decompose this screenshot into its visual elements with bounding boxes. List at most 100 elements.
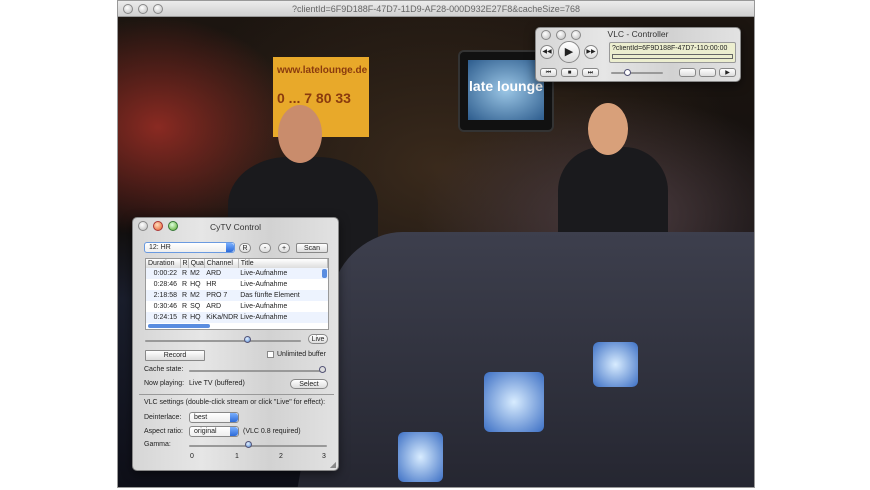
- table-row[interactable]: 2:18:58 R M2 PRO 7 Das fünfte Element: [146, 290, 328, 301]
- close-button[interactable]: [123, 4, 133, 14]
- volume-slider[interactable]: [611, 72, 663, 74]
- previous-button[interactable]: ⏮: [540, 68, 557, 77]
- minimize-button[interactable]: [556, 30, 566, 40]
- gamma-tick-3: 3: [322, 453, 326, 460]
- stop-button[interactable]: ■: [561, 68, 578, 77]
- plus-button[interactable]: +: [278, 243, 290, 253]
- equalizer-button[interactable]: [679, 68, 696, 77]
- column-header[interactable]: Qua: [188, 259, 205, 268]
- timeline-knob[interactable]: [244, 336, 251, 343]
- unlimited-buffer-checkbox[interactable]: [267, 351, 274, 358]
- horizontal-scrollbar[interactable]: [148, 324, 210, 328]
- cache-state-knob: [319, 366, 326, 373]
- r-button[interactable]: R: [239, 243, 251, 253]
- aspect-ratio-note: (VLC 0.8 required): [243, 428, 301, 435]
- column-header[interactable]: R: [180, 259, 189, 268]
- zoom-button[interactable]: [168, 221, 178, 231]
- sign-phone: 0 ... 7 80 33: [277, 90, 351, 106]
- fast-forward-button[interactable]: ▶▶: [584, 45, 598, 59]
- desk-monitor: [398, 432, 443, 482]
- now-playing-value: Live TV (buffered): [189, 380, 245, 387]
- table-cell: Live-Aufnahme: [238, 312, 328, 323]
- fullscreen-button[interactable]: ▶: [719, 68, 736, 77]
- table-cell: R: [180, 268, 189, 279]
- table-row[interactable]: 0:00:22 R M2 ARD Live-Aufnahme: [146, 268, 328, 279]
- table-row[interactable]: 0:30:46 R SQ ARD Live-Aufnahme: [146, 301, 328, 312]
- table-row[interactable]: 0:24:15 R HQ KiKa/NDR Live-Aufnahme: [146, 312, 328, 323]
- table-cell: R: [182, 303, 188, 310]
- record-button[interactable]: Record: [145, 350, 205, 361]
- deinterlace-select[interactable]: best: [189, 412, 239, 423]
- column-header[interactable]: Duration: [146, 259, 181, 268]
- table-cell: Live-Aufnahme: [240, 303, 288, 310]
- table-cell: Live-Aufnahme: [240, 281, 288, 288]
- channel-select[interactable]: 12: HR: [144, 242, 235, 253]
- table-cell: ARD: [206, 303, 222, 310]
- gamma-knob[interactable]: [244, 441, 252, 448]
- close-button[interactable]: [138, 221, 148, 231]
- column-header[interactable]: Title: [238, 259, 328, 268]
- rewind-button[interactable]: ◀◀: [540, 45, 554, 59]
- table-cell: 0:30:46: [153, 303, 177, 310]
- table-cell: Das fünfte Element: [238, 290, 328, 301]
- select-button[interactable]: Select: [290, 379, 328, 389]
- head-left: [278, 105, 322, 163]
- live-button[interactable]: Live: [308, 334, 328, 344]
- deinterlace-label: Deinterlace:: [144, 414, 182, 421]
- play-button[interactable]: ▶: [558, 41, 580, 63]
- window-title: ?clientId=6F9D188F-47D7-11D9-AF28-000D93…: [291, 4, 580, 14]
- gamma-label: Gamma:: [144, 441, 171, 448]
- deinterlace-value: best: [194, 414, 208, 421]
- volume-knob[interactable]: [624, 69, 631, 76]
- minimize-button[interactable]: [153, 221, 163, 231]
- stream-time: 0:00:00: [704, 45, 728, 52]
- recordings-table: Duration R Qua Channel Title 0:00:22 R M2 A…: [145, 258, 329, 330]
- title-bar: ?clientId=6F9D188F-47D7-11D9-AF28-000D93…: [118, 1, 754, 17]
- unlimited-buffer-label: Unlimited buffer: [277, 351, 326, 358]
- scan-button[interactable]: Scan: [296, 243, 328, 253]
- desk-monitor: [593, 342, 638, 387]
- cytv-title: CyTV Control: [209, 222, 261, 232]
- cache-state-label: Cache state:: [144, 366, 184, 373]
- window-controls: [123, 4, 163, 14]
- table-cell: ARD: [204, 268, 239, 279]
- next-button[interactable]: ⏭: [582, 68, 599, 77]
- minimize-button[interactable]: [138, 4, 148, 14]
- timeline-slider[interactable]: [145, 340, 301, 342]
- aspect-ratio-select[interactable]: original: [189, 426, 239, 437]
- playlist-button[interactable]: [699, 68, 716, 77]
- tv-logo: late lounge: [468, 60, 544, 120]
- zoom-button[interactable]: [571, 30, 581, 40]
- table-row[interactable]: 0:28:46 R HQ HR Live-Aufnahme: [146, 279, 328, 290]
- desk-monitor: [484, 372, 544, 432]
- table-cell: SQ: [190, 303, 201, 310]
- table-cell: KiKa/NDR: [204, 312, 239, 323]
- table-cell: R: [180, 312, 189, 323]
- table-cell: 2:18:58: [146, 290, 180, 301]
- vlc-title: VLC - Controller: [607, 29, 669, 39]
- column-header[interactable]: Channel: [204, 259, 239, 268]
- table-cell: PRO 7: [204, 290, 239, 301]
- channel-value: 12: HR: [149, 244, 171, 251]
- minus-button[interactable]: -: [259, 243, 271, 253]
- gamma-slider[interactable]: [189, 445, 327, 447]
- resize-grip-icon[interactable]: ◢: [330, 460, 336, 469]
- position-bar[interactable]: [612, 54, 733, 59]
- table-cell: 0:24:15: [146, 312, 180, 323]
- cytv-control-window: CyTV Control 12: HR R - + Scan Duration …: [132, 217, 339, 471]
- now-playing-label: Now playing:: [144, 380, 185, 387]
- stream-display: ?clientId=6F9D188F-47D7-11D90:00:00: [609, 42, 736, 63]
- desk: [293, 232, 754, 487]
- vertical-scrollbar[interactable]: [322, 269, 327, 278]
- gamma-tick-0: 0: [190, 453, 194, 460]
- gamma-tick-1: 1: [235, 453, 239, 460]
- aspect-ratio-label: Aspect ratio:: [144, 428, 183, 435]
- vlc-settings-label: VLC settings (double-click stream or cli…: [144, 399, 326, 406]
- table-cell: 0:28:46: [153, 281, 177, 288]
- close-button[interactable]: [541, 30, 551, 40]
- zoom-button[interactable]: [153, 4, 163, 14]
- table-cell: HQ: [190, 281, 201, 288]
- divider: [139, 394, 334, 395]
- table-cell: R: [180, 290, 189, 301]
- table-cell: M2: [188, 290, 205, 301]
